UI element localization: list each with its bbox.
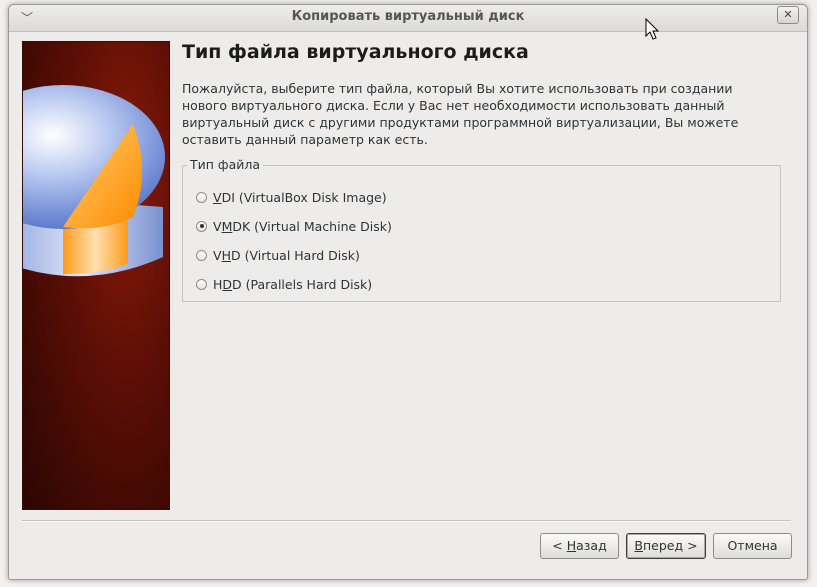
mnemonic-vmdk: M (221, 218, 233, 234)
prefix-hdd: H (213, 276, 223, 292)
radio-button-icon[interactable] (196, 191, 207, 203)
next-button[interactable]: Вперед > (626, 533, 706, 559)
wizard-side-image (22, 41, 170, 510)
radio-hdd[interactable]: HDD (Parallels Hard Disk) (196, 275, 372, 293)
back-prefix: < (552, 538, 567, 553)
radio-button-icon[interactable] (196, 249, 207, 261)
button-separator (22, 520, 791, 522)
next-mnemonic: В (634, 538, 643, 553)
mouse-cursor-icon (645, 18, 660, 40)
prefix-vhd: V (213, 247, 222, 263)
dialog-window: ﹀ Копировать виртуальный диск ✕ Тип файл… (8, 4, 808, 580)
label-vdi: DI (VirtualBox Disk Image) (221, 189, 387, 205)
radio-button-checked-icon[interactable] (196, 220, 207, 232)
window-title: Копировать виртуальный диск (291, 9, 525, 24)
back-mnemonic: Н (566, 538, 577, 553)
close-icon[interactable]: ✕ (777, 6, 799, 24)
mnemonic-vdi: V (213, 189, 222, 205)
label-vhd: D (Virtual Hard Disk) (230, 247, 360, 263)
radio-button-icon[interactable] (196, 278, 207, 290)
radio-vdi[interactable]: VDI (VirtualBox Disk Image) (196, 188, 387, 206)
page-title: Тип файла виртуального диска (182, 41, 529, 63)
next-label: перед > (643, 538, 698, 553)
cancel-button[interactable]: Отмена (713, 533, 792, 559)
page-description: Пожалуйста, выберите тип файла, который … (182, 81, 739, 147)
title-bar[interactable]: ﹀ Копировать виртуальный диск ✕ (9, 5, 807, 32)
back-label: азад (576, 538, 607, 553)
label-hdd: D (Parallels Hard Disk) (232, 276, 373, 292)
mnemonic-vhd: H (221, 247, 231, 263)
label-vmdk: DK (Virtual Machine Disk) (232, 218, 392, 234)
file-type-group: Тип файла VDI (VirtualBox Disk Image) VM… (182, 157, 781, 302)
radio-vhd[interactable]: VHD (Virtual Hard Disk) (196, 246, 360, 264)
mnemonic-hdd: D (222, 276, 233, 292)
radio-vmdk[interactable]: VMDK (Virtual Machine Disk) (196, 217, 392, 235)
virtual-disk-logo-icon (23, 85, 165, 277)
prefix-vmdk: V (213, 218, 222, 234)
file-type-legend: Тип файла (187, 157, 264, 172)
back-button[interactable]: < Назад (540, 533, 619, 559)
